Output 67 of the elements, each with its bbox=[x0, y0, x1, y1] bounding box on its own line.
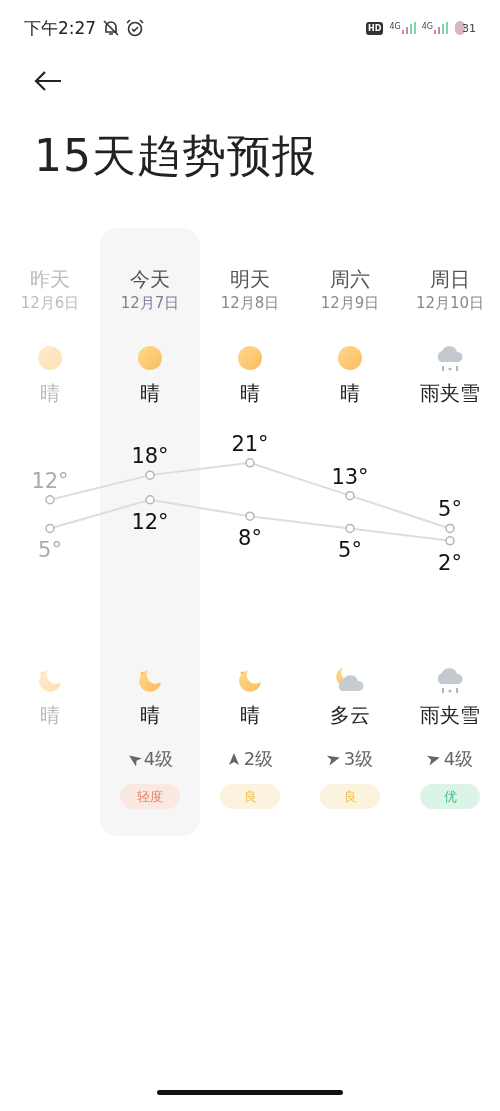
temperature-label: 5° bbox=[338, 538, 362, 563]
date-label: 12月10日 bbox=[415, 294, 485, 314]
sun-icon bbox=[37, 345, 63, 371]
data-point bbox=[345, 490, 355, 501]
clock-time: 下午2:27 bbox=[24, 16, 97, 40]
moon-icon bbox=[137, 667, 163, 693]
day-label: 周六 bbox=[330, 266, 370, 292]
network-type: 4G bbox=[421, 22, 433, 31]
temperature-label: 18° bbox=[131, 444, 169, 469]
day-label: 昨天 bbox=[30, 266, 70, 292]
data-point bbox=[145, 495, 155, 505]
weather-condition: 雨夹雪 bbox=[420, 380, 480, 407]
weather-condition: 多云 bbox=[330, 702, 370, 729]
date-label: 12月7日 bbox=[120, 294, 180, 314]
temperature-label: 8° bbox=[238, 526, 262, 551]
data-point bbox=[145, 470, 155, 480]
wind-level: 2级 bbox=[226, 746, 274, 772]
date-label: 12月8日 bbox=[220, 294, 280, 314]
weather-condition: 雨夹雪 bbox=[420, 702, 480, 729]
battery-level: 31 bbox=[462, 21, 476, 35]
sun-icon bbox=[137, 345, 163, 371]
cloudy-night-icon bbox=[334, 666, 366, 694]
weather-condition: 晴 bbox=[140, 702, 160, 729]
sun-icon bbox=[237, 345, 263, 371]
day-label: 今天 bbox=[130, 266, 170, 292]
data-point bbox=[45, 523, 55, 534]
network-type: 4G bbox=[389, 22, 401, 31]
data-point bbox=[245, 458, 255, 468]
weather-condition: 晴 bbox=[240, 702, 260, 729]
moon-icon bbox=[237, 667, 263, 693]
data-point bbox=[45, 495, 55, 505]
data-point bbox=[445, 523, 455, 534]
data-point bbox=[245, 511, 255, 521]
day-label: 明天 bbox=[230, 266, 270, 292]
data-point bbox=[445, 536, 455, 546]
hd-badge: HD bbox=[366, 21, 384, 35]
signal-icon bbox=[401, 22, 416, 34]
weather-condition: 晴 bbox=[340, 380, 360, 407]
wind-level: 4级 bbox=[426, 746, 474, 772]
bell-off-icon bbox=[102, 19, 121, 37]
air-quality-badge: 良 bbox=[220, 784, 280, 809]
weather-condition: 晴 bbox=[240, 380, 260, 407]
alarm-icon bbox=[126, 19, 145, 37]
temperature-label: 12° bbox=[31, 468, 69, 493]
wind-level: 3级 bbox=[326, 746, 374, 772]
air-quality-badge: 良 bbox=[320, 784, 380, 809]
wind-level: 4级 bbox=[126, 746, 174, 772]
sun-icon bbox=[337, 345, 363, 371]
temperature-label: 12° bbox=[131, 509, 169, 534]
weather-condition: 晴 bbox=[40, 380, 60, 407]
temperature-label: 5° bbox=[438, 497, 462, 522]
day-label: 周日 bbox=[430, 266, 470, 292]
air-quality-badge: 优 bbox=[420, 784, 480, 809]
temperature-label: 13° bbox=[331, 464, 369, 489]
temperature-label: 2° bbox=[438, 550, 462, 575]
temperature-label: 5° bbox=[38, 538, 62, 563]
temperature-label: 21° bbox=[231, 431, 269, 456]
page-title: 15天趋势预报 bbox=[34, 129, 318, 183]
weather-condition: 晴 bbox=[40, 702, 60, 729]
data-point bbox=[345, 523, 355, 534]
air-quality-badge: 轻度 bbox=[120, 784, 180, 809]
signal-icon bbox=[434, 22, 448, 34]
date-label: 12月9日 bbox=[320, 294, 380, 314]
weather-condition: 晴 bbox=[140, 380, 160, 407]
moon-icon bbox=[37, 667, 63, 693]
back-arrow-icon bbox=[34, 70, 62, 92]
date-label: 12月6日 bbox=[20, 294, 80, 314]
